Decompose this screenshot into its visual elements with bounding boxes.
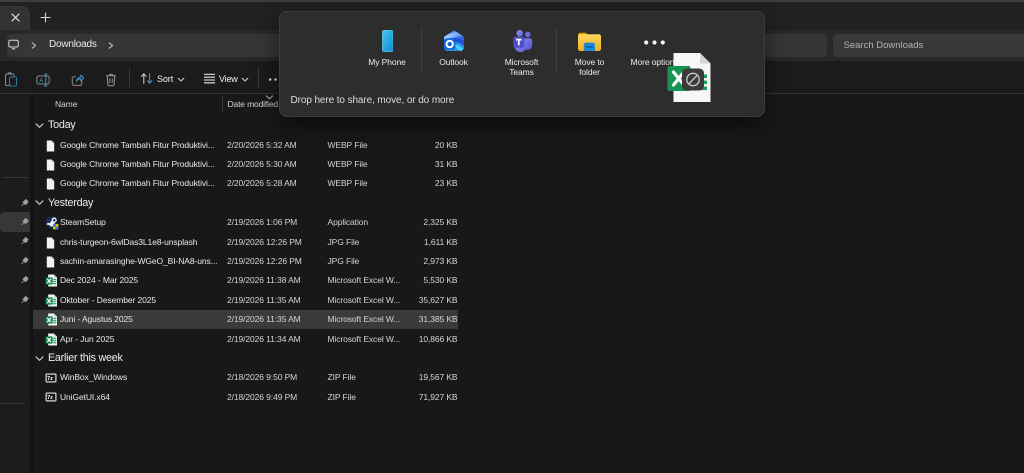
svg-text:A: A <box>39 78 44 85</box>
